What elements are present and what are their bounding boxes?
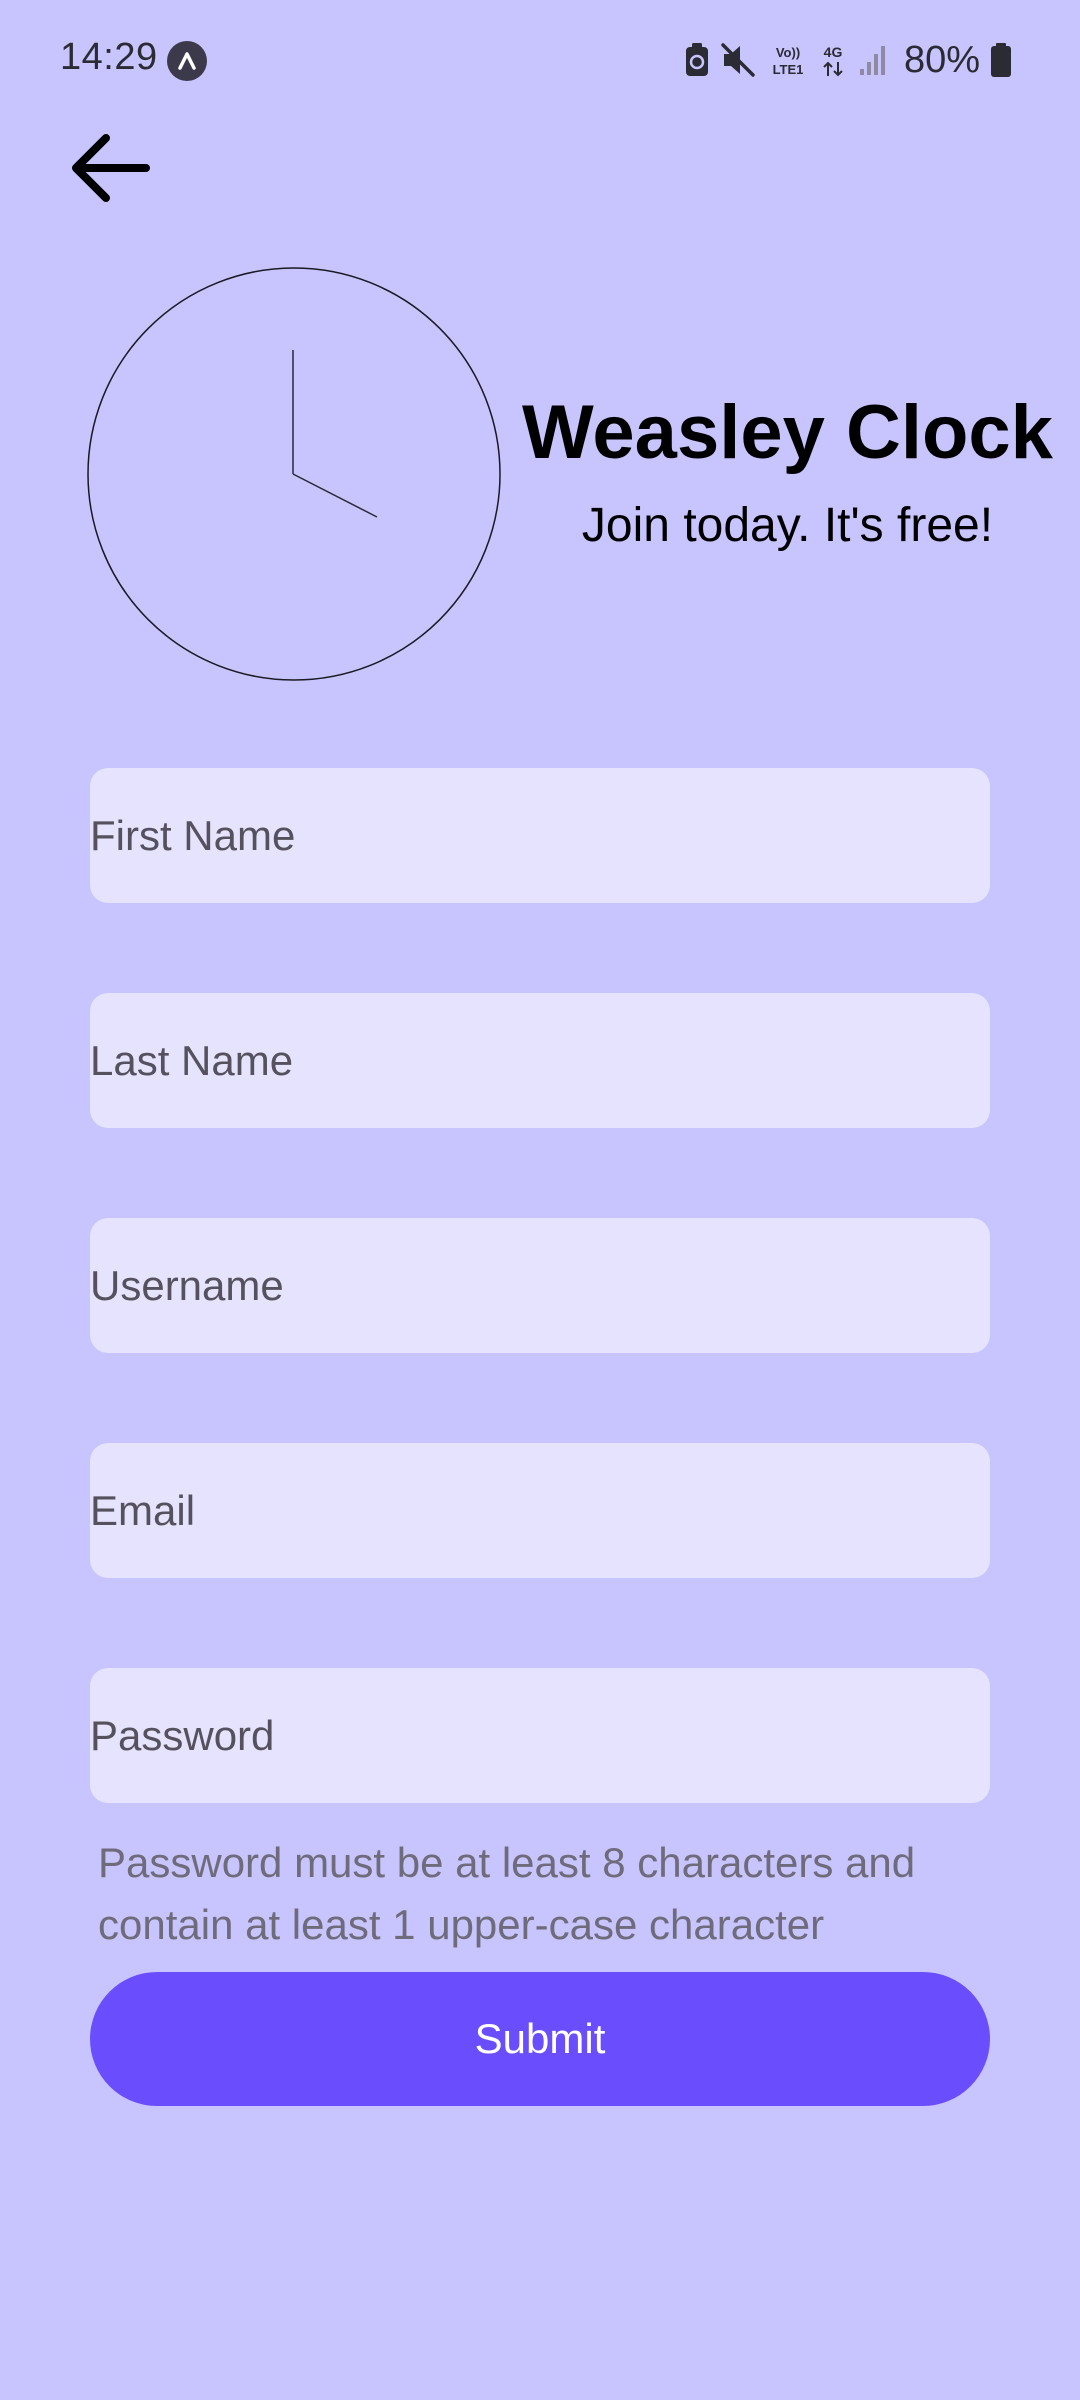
- email-field[interactable]: [90, 1443, 990, 1578]
- svg-text:LTE1: LTE1: [773, 62, 804, 77]
- svg-text:Vo)): Vo)): [776, 45, 800, 60]
- first-name-field[interactable]: [90, 768, 990, 903]
- submit-button[interactable]: Submit: [90, 1972, 990, 2106]
- status-bar: 14:29 Vo)) LTE1 4G 80%: [0, 0, 1080, 120]
- clock-icon: [86, 266, 502, 682]
- app-title: Weasley Clock: [522, 390, 1053, 475]
- signal-icon: [858, 43, 888, 77]
- back-button[interactable]: [60, 120, 160, 220]
- svg-text:4G: 4G: [824, 44, 843, 60]
- last-name-field[interactable]: [90, 993, 990, 1128]
- mute-icon: [720, 42, 758, 78]
- submit-button-label: Submit: [474, 2015, 606, 2062]
- arrow-left-icon: [68, 126, 152, 215]
- battery-saver-icon: [684, 42, 710, 78]
- volte-icon: Vo)) LTE1: [768, 42, 808, 78]
- password-field[interactable]: [90, 1668, 990, 1803]
- battery-icon: [990, 42, 1012, 78]
- password-hint: Password must be at least 8 characters a…: [98, 1839, 916, 1948]
- username-field[interactable]: [90, 1218, 990, 1353]
- status-icons: Vo)) LTE1 4G 80%: [684, 34, 1012, 86]
- app-notification-icon: [167, 41, 207, 81]
- battery-percent: 80%: [903, 38, 980, 81]
- app-subtitle: Join today. It's free!: [581, 499, 994, 552]
- 4g-data-icon: 4G: [818, 42, 848, 78]
- status-time: 14:29: [60, 36, 158, 78]
